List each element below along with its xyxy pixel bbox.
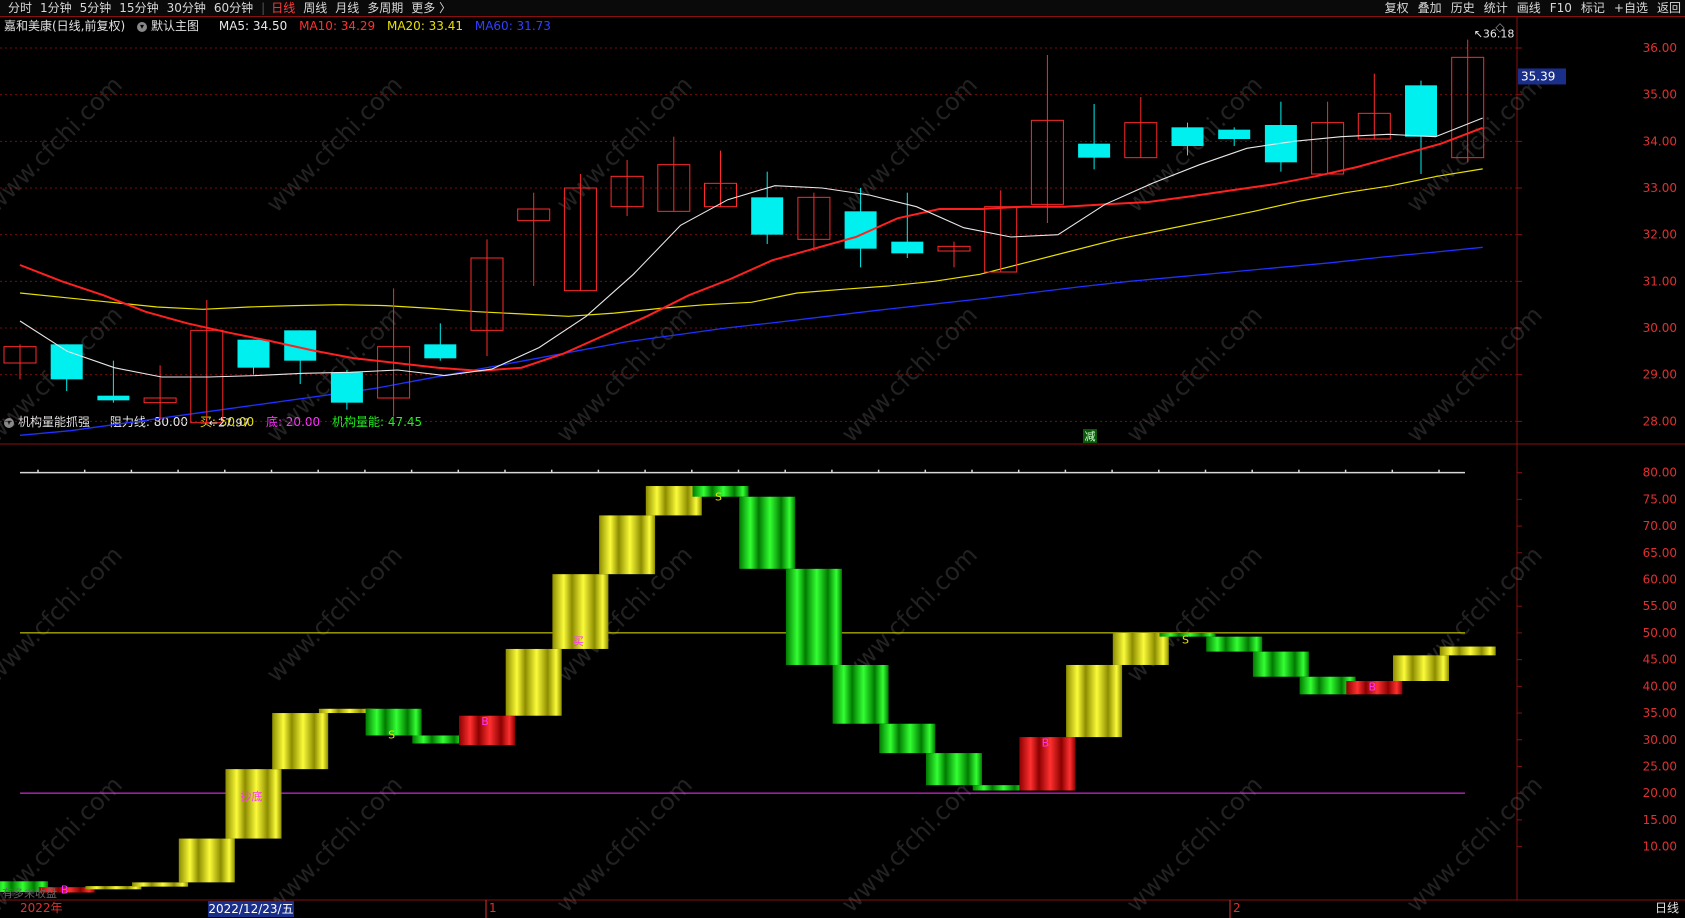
candle-body-down [1218, 129, 1251, 139]
price-tick-label: 33.00 [1643, 181, 1677, 195]
signal-抄底: 抄底 [241, 789, 263, 803]
indicator-tick-label: 80.00 [1643, 466, 1677, 480]
energy-box-yellow [1393, 655, 1449, 681]
indicator-tick-label: 15.00 [1643, 813, 1677, 827]
signal-B: B [61, 883, 69, 896]
diamond-icon: ◇ [1495, 20, 1505, 34]
signal-marker-text: 减 [1085, 430, 1096, 443]
indicator-tick-label: 55.00 [1643, 599, 1677, 613]
indicator-tick-label: 10.00 [1643, 840, 1677, 854]
candle-body-down [751, 197, 784, 235]
energy-box-yellow [225, 769, 282, 839]
price-tick-label: 35.00 [1643, 88, 1677, 102]
unclosed-note: 有多未收盘 [2, 886, 57, 900]
low-price-label: ←27.97 [209, 417, 250, 430]
signal-B: B [481, 715, 489, 728]
watermark-text: www.cfchi.com [1401, 301, 1548, 448]
energy-box-green [926, 753, 982, 786]
chart-canvas[interactable]: 36.00 35.00 34.00 33.00 32.00 31.00 30.00 29.00… [0, 0, 1685, 918]
indicator-tick-label: 45.00 [1643, 653, 1677, 667]
signal-S: S [715, 491, 722, 504]
indicator-tick-label: 25.00 [1643, 759, 1677, 773]
energy-box-green [1252, 651, 1309, 677]
current-price-label: 35.39 [1521, 69, 1555, 83]
time-axis-year: 2022年 [20, 901, 63, 915]
indicator-tick-label: 30.00 [1643, 733, 1677, 747]
energy-box-yellow [599, 515, 656, 575]
energy-box-yellow [272, 713, 329, 770]
signal-S: S [1182, 633, 1189, 646]
signal-买: 买 [573, 635, 584, 648]
time-axis-month: 1 [489, 901, 497, 915]
energy-box-yellow [1066, 664, 1123, 738]
energy-box-yellow [505, 648, 562, 716]
watermark-text: www.cfchi.com [551, 71, 698, 218]
indicator-tick-label: 75.00 [1643, 492, 1677, 506]
energy-box-yellow [1112, 632, 1169, 665]
energy-box-green [832, 664, 889, 724]
indicator-tick-label: 50.00 [1643, 626, 1677, 640]
watermark-text: www.cfchi.com [1121, 541, 1268, 688]
signal-S: S [388, 728, 395, 741]
high-price-label: ↖36.18 [1474, 28, 1515, 41]
price-tick-label: 36.00 [1643, 41, 1677, 55]
energy-box-yellow [178, 838, 235, 883]
price-tick-label: 32.00 [1643, 228, 1677, 242]
indicator-tick-label: 60.00 [1643, 573, 1677, 587]
indicator-tick-label: 35.00 [1643, 706, 1677, 720]
signal-B: B [1369, 680, 1377, 693]
time-axis-month: 2 [1233, 901, 1241, 915]
watermark-text: www.cfchi.com [836, 71, 983, 218]
price-tick-label: 29.00 [1643, 368, 1677, 382]
watermark-text: www.cfchi.com [0, 71, 128, 218]
candle-body-down [97, 395, 130, 401]
watermark-text: www.cfchi.com [261, 541, 408, 688]
price-tick-label: 31.00 [1643, 274, 1677, 288]
price-tick-label: 30.00 [1643, 321, 1677, 335]
indicator-tick-label: 40.00 [1643, 679, 1677, 693]
candle-body-down [237, 339, 270, 368]
price-tick-label: 28.00 [1643, 414, 1677, 428]
energy-box-yellow [1439, 646, 1496, 656]
candle-body-down [330, 372, 363, 403]
candle-body-down [1078, 143, 1111, 158]
energy-box-green [739, 496, 796, 569]
energy-box-green [1206, 636, 1263, 652]
candle-body-down [1171, 127, 1204, 146]
candle-body-down [50, 344, 83, 380]
indicator-tick-label: 65.00 [1643, 546, 1677, 560]
watermark-text: www.cfchi.com [261, 71, 408, 218]
watermark-text: www.cfchi.com [0, 541, 128, 688]
energy-box-green [785, 568, 842, 665]
ma5-line [19, 117, 1483, 378]
time-axis-date: 2022/12/23/五 [208, 902, 293, 916]
candle-body-down [891, 241, 924, 254]
candle-body-down [424, 344, 457, 359]
energy-box-green [879, 723, 936, 754]
energy-box-yellow [132, 882, 189, 887]
period-label: 日线 [1655, 901, 1679, 915]
ma10-line [19, 126, 1484, 372]
indicator-tick-label: 20.00 [1643, 786, 1677, 800]
indicator-tick-label: 70.00 [1643, 519, 1677, 533]
candle-body-down [1405, 85, 1437, 137]
price-tick-label: 34.00 [1643, 134, 1677, 148]
ma20-line [19, 168, 1483, 317]
signal-B: B [1042, 736, 1050, 749]
